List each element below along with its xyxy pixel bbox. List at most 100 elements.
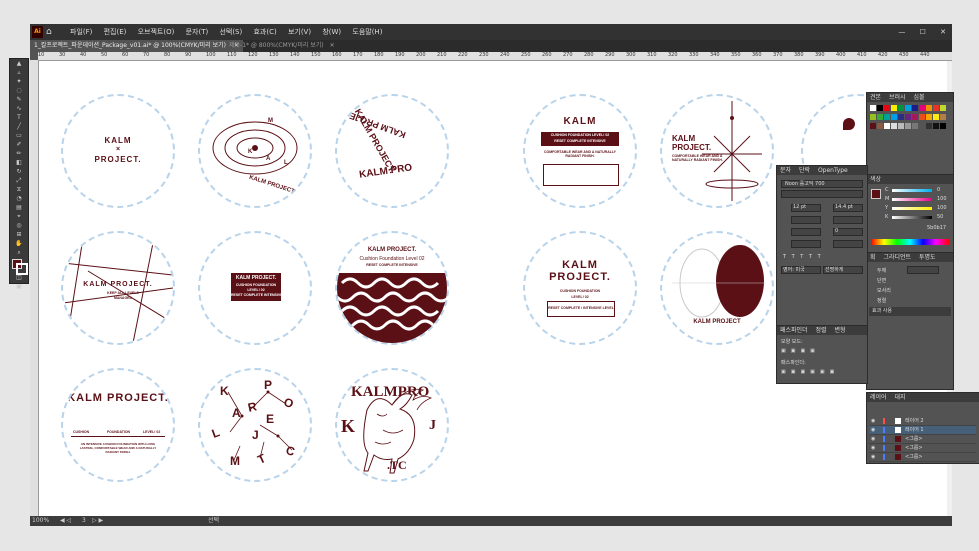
tab-swatches[interactable]: 견본 [870,94,881,101]
layer-row[interactable]: ◉ <그룹> [869,435,976,444]
rotation-field[interactable] [833,240,863,248]
blend-icon[interactable]: ◎ [15,222,23,230]
zoom-tool-icon[interactable]: ⌕ [15,249,23,257]
swatch[interactable] [891,114,897,120]
swatch[interactable] [940,123,946,129]
tab-color[interactable]: 색상 [870,176,881,183]
hand-tool-icon[interactable]: ✋ [15,240,23,248]
menu-effect[interactable]: 효과(C) [253,28,276,36]
sticker-circle-13[interactable]: K A R P O E L J C T M [198,368,312,482]
menu-window[interactable]: 창(W) [322,28,341,36]
tab-character[interactable]: 문자 [780,167,791,174]
tab-align[interactable]: 정렬 [816,327,827,334]
sticker-circle-14[interactable]: KALMPRO K J .TC [335,368,449,482]
shape-mode-buttons[interactable]: ▣▣▣▣ [781,348,820,354]
sticker-circle-3[interactable]: KALM PROJECT. KALM PROJECT. KALM PRO [335,94,449,208]
swatch[interactable] [933,105,939,111]
layer-row[interactable]: ◉ 레이어 2 [869,417,976,426]
fill-stroke-swatches[interactable] [10,259,28,275]
swatch[interactable] [912,114,918,120]
swatch[interactable] [891,123,897,129]
swatch[interactable] [870,114,876,120]
maximize-button[interactable]: ☐ [920,28,926,36]
swatch[interactable] [877,123,883,129]
nav-arrows-icon[interactable]: ▷ ▶ [92,516,103,526]
shape-builder-icon[interactable]: ◔ [15,195,23,203]
minimize-button[interactable]: — [898,28,905,36]
swatch[interactable] [912,105,918,111]
tab-document-2[interactable]: 제목-1* @ 800%(CMYK/미리 보기) ✕ [225,40,339,52]
pencil-icon[interactable]: ✏ [15,150,23,158]
kerning-field[interactable] [791,228,821,236]
tab-stroke[interactable]: 획 [870,254,876,261]
swatch[interactable] [898,114,904,120]
swatch[interactable] [898,123,904,129]
sticker-circle-5[interactable]: KALM PROJECT. COMFORTABLE WEAR AND A NAT… [660,94,774,208]
tab-artboards[interactable]: 대지 [894,394,905,401]
channel-value[interactable]: 50 [937,214,943,220]
text-style-buttons[interactable]: T T T T T [783,254,823,260]
appearance-header[interactable]: 효과 사용 [869,307,951,316]
scale-icon[interactable]: ⤢ [15,177,23,185]
selection-tool-icon[interactable]: ▲ [15,60,23,68]
magic-wand-icon[interactable]: ✦ [15,78,23,86]
swatch[interactable] [926,114,932,120]
swatch[interactable] [884,123,890,129]
sticker-circle-10[interactable]: KALM PROJECT. CUSHION FOUNDATION LEVEL! … [523,231,637,345]
color-spectrum[interactable] [871,239,949,245]
swatch[interactable] [919,105,925,111]
lasso-icon[interactable]: ◌ [15,87,23,95]
m-slider[interactable] [892,198,932,201]
swatch[interactable] [870,105,876,111]
tab-paragraph[interactable]: 단락 [799,167,810,174]
swatch[interactable] [926,123,932,129]
visibility-eye-icon[interactable]: ◉ [871,426,875,434]
nav-arrows-icon[interactable]: ◀ ◁ [60,516,71,526]
line-tool-icon[interactable]: ╱ [15,123,23,131]
swatch[interactable] [940,105,946,111]
tab-transform[interactable]: 변형 [835,327,846,334]
layer-row[interactable]: ◉ <그룹> [869,453,976,462]
type-tool-icon[interactable]: T [15,114,23,122]
width-tool-icon[interactable]: ⧖ [15,186,23,194]
swatch[interactable] [926,105,932,111]
swatch[interactable] [870,123,876,129]
sticker-circle-7[interactable]: KALM PROJECT. KEEP ALL LEVELS MANAGED [61,231,175,345]
sticker-circle-8[interactable]: KALM PROJECT. CUSHION FOUNDATION LEVEL! … [198,231,312,345]
channel-value[interactable]: 100 [937,196,947,202]
gradient-icon[interactable]: ▤ [15,204,23,212]
swatch[interactable] [898,105,904,111]
visibility-eye-icon[interactable]: ◉ [871,453,875,461]
layer-row[interactable]: ◉ <그룹> [869,444,976,453]
sticker-circle-4[interactable]: KALM CUSHION FOUNDATION LEVEL! 02 RESET … [523,94,637,208]
artboard-tool-icon[interactable]: ⊞ [15,231,23,239]
vertical-scale-field[interactable] [791,216,821,224]
menu-select[interactable]: 선택(S) [219,28,242,36]
swatch[interactable] [933,123,939,129]
swatch[interactable] [905,114,911,120]
tab-document-1[interactable]: 1_칼프로젝트_파운데이션_Package_v01.ai* @ 100%(CMY… [30,40,243,52]
visibility-eye-icon[interactable]: ◉ [871,435,875,443]
sticker-circle-1[interactable]: KALM × PROJECT. [61,94,175,208]
eyedropper-icon[interactable]: ⌖ [15,213,23,221]
page-number[interactable]: 3 [82,516,86,526]
swatch[interactable] [933,114,939,120]
swatch[interactable] [877,114,883,120]
draw-mode-icon[interactable]: ◫ [15,274,23,282]
channel-value[interactable]: 0 [937,187,940,193]
swatch[interactable] [884,105,890,111]
visibility-eye-icon[interactable]: ◉ [871,417,875,425]
direct-selection-tool-icon[interactable]: ▵ [15,69,23,77]
hex-value[interactable]: 5b0b17 [927,225,946,231]
paintbrush-icon[interactable]: ✐ [15,141,23,149]
menu-object[interactable]: 오브젝트(O) [138,28,175,36]
swatch[interactable] [919,123,925,129]
tab-brushes[interactable]: 브러시 [889,94,906,101]
tab-symbols[interactable]: 심볼 [913,94,924,101]
swatch[interactable] [940,114,946,120]
k-slider[interactable] [892,216,932,219]
menu-type[interactable]: 문자(T) [186,28,209,36]
home-icon[interactable]: ⌂ [46,24,52,40]
stroke-weight-field[interactable] [907,266,939,274]
swatch[interactable] [905,105,911,111]
